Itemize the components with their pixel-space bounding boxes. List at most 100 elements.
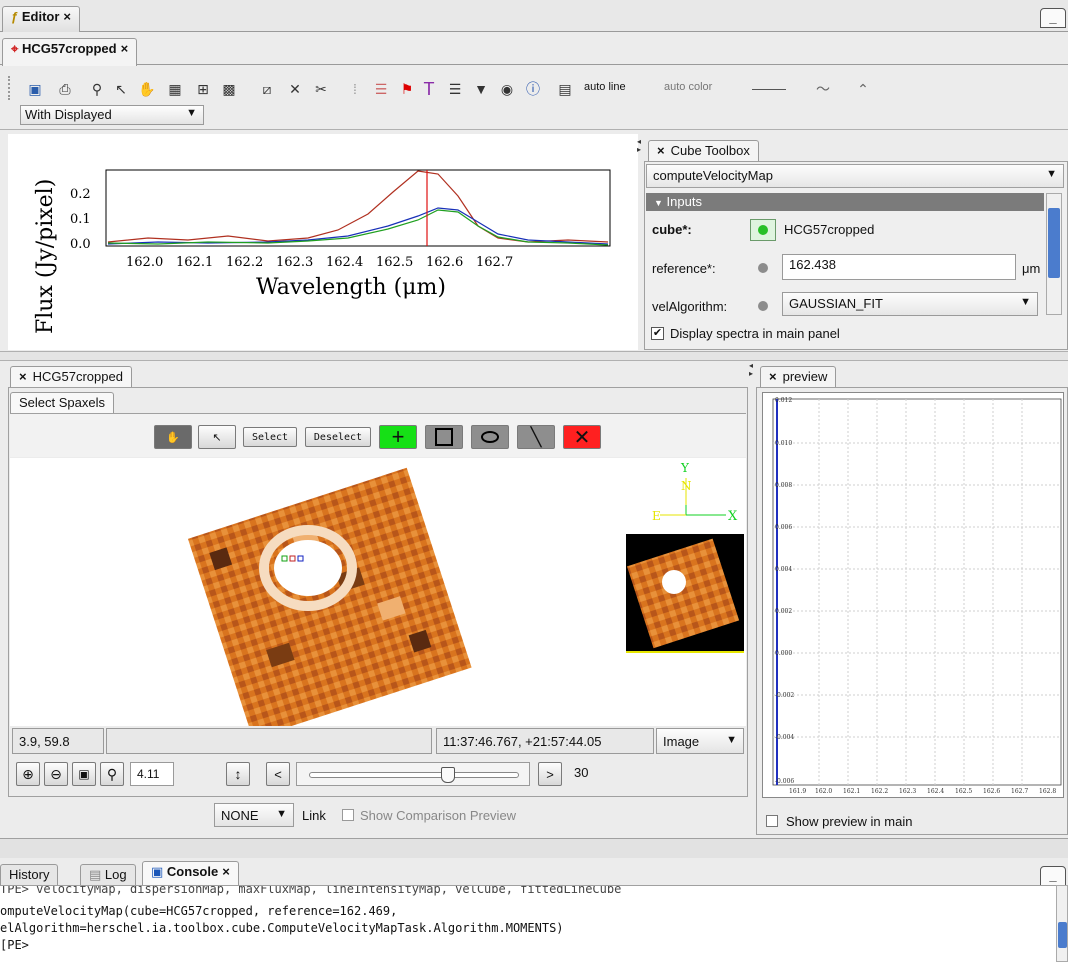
scroll-thumb[interactable] bbox=[1058, 922, 1067, 948]
deselect-button[interactable]: Deselect bbox=[305, 427, 371, 447]
preview-y-tick-2: 0.008 bbox=[775, 482, 792, 489]
preview-x-tick-2: 162.1 bbox=[843, 788, 860, 795]
show-comparison-checkbox[interactable] bbox=[342, 809, 354, 821]
chevron-down-icon: ▼ bbox=[276, 808, 287, 820]
cube-drop-button[interactable] bbox=[750, 219, 776, 241]
list-icon[interactable]: ☰ bbox=[372, 80, 390, 98]
x-ticks: 162.0 162.1 162.2 162.3 162.4 162.5 162.… bbox=[126, 255, 513, 270]
slider-left-button[interactable]: < bbox=[266, 762, 290, 786]
compare-select[interactable]: NONE ▼ bbox=[214, 803, 294, 827]
slider-thumb[interactable] bbox=[441, 767, 455, 783]
tab-log[interactable]: ▤ Log bbox=[80, 864, 136, 886]
close-icon[interactable]: × bbox=[222, 864, 230, 879]
display-mode-select[interactable]: With Displayed ▼ bbox=[20, 105, 204, 125]
info-icon[interactable]: ⓘ bbox=[524, 80, 542, 98]
tab-editor[interactable]: ƒ Editor × bbox=[2, 6, 81, 32]
auto-line-button[interactable]: auto line bbox=[584, 81, 626, 93]
flag-icon[interactable]: ⚑ bbox=[398, 80, 416, 98]
line-tool-button[interactable]: ╲ bbox=[517, 425, 555, 449]
console-output[interactable]: TPE> velocityMap, dispersionMap, maxFlux… bbox=[0, 885, 1056, 962]
close-icon[interactable]: × bbox=[657, 143, 665, 158]
zoom-slider[interactable] bbox=[296, 762, 530, 786]
close-icon[interactable]: × bbox=[769, 369, 777, 384]
tab-console[interactable]: ▣ Console × bbox=[142, 861, 239, 886]
text-icon[interactable]: T bbox=[420, 79, 438, 99]
table-icon[interactable]: ▩ bbox=[220, 80, 238, 98]
ellipse-tool-button[interactable] bbox=[471, 425, 509, 449]
y-tick-1: 0.1 bbox=[70, 212, 91, 227]
print-icon[interactable]: ⎙ bbox=[56, 80, 74, 98]
slider-right-button[interactable]: > bbox=[538, 762, 562, 786]
horizontal-splitter[interactable] bbox=[0, 351, 1068, 361]
zoom-fit-button[interactable]: ▣ bbox=[72, 762, 96, 786]
vel-algorithm-select[interactable]: GAUSSIAN_FIT ▼ bbox=[782, 292, 1038, 316]
scroll-thumb[interactable] bbox=[1048, 208, 1060, 278]
close-icon[interactable]: × bbox=[121, 41, 129, 56]
zoom-input[interactable]: 4.11 bbox=[130, 762, 174, 786]
filter-icon[interactable]: ▼ bbox=[472, 80, 490, 98]
show-preview-checkbox[interactable] bbox=[766, 815, 778, 827]
thumbnail[interactable] bbox=[626, 534, 744, 653]
zoom-out-button[interactable]: ⊖ bbox=[44, 762, 68, 786]
rectangle-tool-button[interactable] bbox=[425, 425, 463, 449]
console-scrollbar[interactable] bbox=[1056, 885, 1068, 962]
select-cursor-button[interactable]: ↖ bbox=[198, 425, 236, 449]
plot-icon[interactable]: ⧄ bbox=[258, 80, 276, 98]
splitter-grip-icon[interactable]: ◂ ▸ bbox=[637, 138, 643, 168]
bottom-splitter[interactable] bbox=[0, 838, 1068, 858]
x-tick-2: 162.2 bbox=[226, 255, 263, 270]
line-peak-icon[interactable]: ⌃ bbox=[854, 80, 872, 98]
tab-hcg57cropped[interactable]: ⌖ HCG57cropped × bbox=[2, 38, 138, 66]
slider-track bbox=[309, 772, 519, 778]
inputs-scrollbar[interactable] bbox=[1046, 193, 1062, 315]
tab-image-hcg57cropped[interactable]: × HCG57cropped bbox=[10, 366, 132, 388]
line-zigzag-icon[interactable]: 〜 bbox=[814, 80, 832, 98]
tools2-icon[interactable]: ✂ bbox=[312, 80, 330, 98]
pointer-icon[interactable]: ↖ bbox=[112, 80, 130, 98]
vertical-fit-button[interactable]: ↕ bbox=[226, 762, 250, 786]
add-point-button[interactable]: + bbox=[379, 424, 417, 449]
task-select[interactable]: computeVelocityMap ▼ bbox=[646, 164, 1064, 188]
tab-history[interactable]: History bbox=[0, 864, 59, 886]
grid-icon[interactable]: ▦ bbox=[166, 80, 184, 98]
cube-icon: ⌖ bbox=[11, 41, 19, 56]
close-icon[interactable]: × bbox=[63, 9, 71, 24]
legend-icon[interactable]: ▤ bbox=[556, 80, 574, 98]
console-minimize-icon[interactable]: _ bbox=[1040, 866, 1066, 886]
console-line: elAlgorithm=herschel.ia.toolbox.cube.Com… bbox=[0, 921, 564, 935]
tab-select-spaxels[interactable]: Select Spaxels bbox=[10, 392, 114, 414]
window-minimize-icon[interactable]: _ bbox=[1040, 8, 1066, 28]
clear-button[interactable]: ✕ bbox=[563, 425, 601, 449]
chevron-down-icon: ▼ bbox=[726, 734, 737, 746]
tools-icon[interactable]: ✕ bbox=[286, 80, 304, 98]
preview-gridlines bbox=[773, 399, 1061, 785]
splitter-grip-icon[interactable]: ◂ ▸ bbox=[749, 362, 755, 392]
grid2-icon[interactable]: ⊞ bbox=[194, 80, 212, 98]
display-spectra-checkbox[interactable]: ✔ bbox=[651, 327, 664, 340]
zoom-icon[interactable]: ⚲ bbox=[88, 80, 106, 98]
pan-hand-button[interactable]: ✋ bbox=[154, 425, 192, 449]
line-solid-icon[interactable] bbox=[752, 89, 786, 90]
view-mode-select[interactable]: Image ▼ bbox=[656, 728, 744, 754]
y-ticks: 0.0 0.1 0.2 bbox=[70, 187, 91, 252]
tab-cube-toolbox[interactable]: × Cube Toolbox bbox=[648, 140, 759, 162]
select-button[interactable]: Select bbox=[243, 427, 297, 447]
status-dot-icon bbox=[758, 263, 768, 273]
save-icon[interactable]: ▣ bbox=[26, 80, 44, 98]
preview-plot[interactable]: 0.012 0.010 0.008 0.006 0.004 0.002 0.00… bbox=[762, 392, 1064, 798]
tab-preview[interactable]: × preview bbox=[760, 366, 837, 388]
zoom-in-button[interactable]: ⊕ bbox=[16, 762, 40, 786]
inputs-header[interactable]: ▼ Inputs bbox=[646, 193, 1044, 211]
spectrum-plot-panel[interactable]: Flux (Jy/pixel) 0.0 0.1 0.2 162.0 162.1 … bbox=[8, 134, 638, 350]
lines-icon[interactable]: ☰ bbox=[446, 80, 464, 98]
reference-input[interactable]: 162.438 bbox=[782, 254, 1016, 280]
pan-hand-icon[interactable]: ✋ bbox=[138, 80, 156, 98]
close-icon[interactable]: × bbox=[19, 369, 27, 384]
image-view[interactable]: Y N E X bbox=[10, 458, 746, 739]
auto-color-button[interactable]: auto color bbox=[664, 81, 712, 93]
eye-icon[interactable]: ◉ bbox=[498, 80, 516, 98]
dots-icon[interactable]: ⁞ bbox=[346, 80, 364, 98]
editor-tabbar bbox=[0, 0, 1068, 32]
x-tick-0: 162.0 bbox=[126, 255, 163, 270]
zoom-search-button[interactable]: ⚲ bbox=[100, 762, 124, 786]
